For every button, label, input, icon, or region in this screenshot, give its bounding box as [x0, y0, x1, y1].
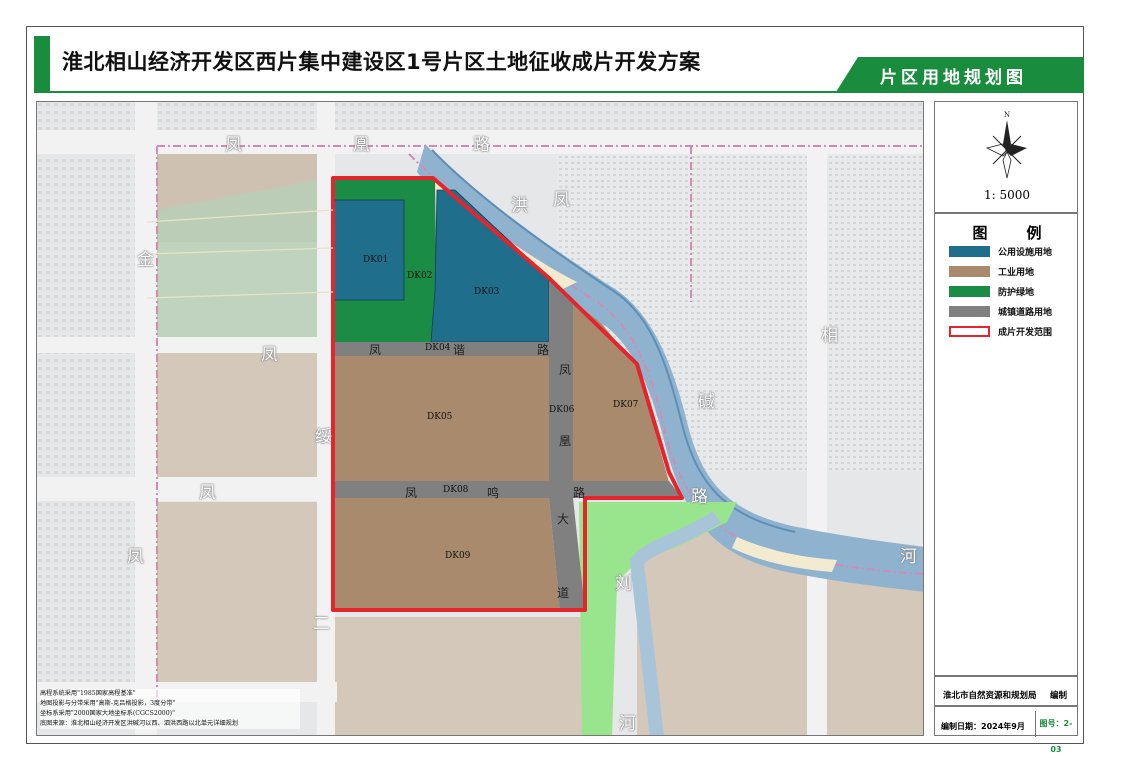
note-line: 地图投影与分带采用"高斯-克吕格投影，3度分带": [40, 700, 176, 707]
svg-text:N: N: [1004, 111, 1010, 119]
road-label-small: 路: [537, 343, 550, 357]
road-label-small: 凤: [559, 363, 572, 377]
planned-industrial-area: [157, 502, 333, 682]
legend-item-road: 城镇道路用地: [949, 305, 1053, 318]
parcel-label-dk09: DK09: [445, 551, 471, 561]
date-box: 编制日期：2024年9月 图号：2-03: [934, 706, 1078, 754]
legend-item-green: 防护绿地: [949, 285, 1035, 298]
legend-swatch: [949, 245, 990, 257]
road-label: 凤: [261, 345, 278, 365]
road-label-small: 凰: [559, 434, 572, 448]
note-line: 底图来源：淮北相山经济开发区洪碱河以西、泗洪西路以北单元详细规划: [40, 720, 238, 727]
legend-swatch: [949, 325, 990, 337]
road-label: 河: [900, 547, 917, 567]
compile-date: 编制日期：2024年9月: [941, 722, 1025, 731]
parcel-dk01-utility: [333, 199, 405, 301]
note-line: 高程系统采用"1985国家高程基准": [40, 690, 136, 697]
legend-box: 图 例 公用设施用地 工业用地 防护绿地 城镇道路用地 成片开发范围: [934, 213, 1078, 676]
org-action: 编制: [1050, 691, 1068, 701]
legend-item-boundary: 成片开发范围: [949, 325, 1053, 338]
legend-swatch: [949, 305, 990, 317]
map-notes: 高程系统采用"1985国家高程基准" 地图投影与分带采用"高斯-克吕格投影，3度…: [40, 689, 300, 729]
parcel-dk08-road: [333, 481, 682, 498]
figure-number: 图号：2-03: [1035, 711, 1076, 754]
legend-label: 工业用地: [998, 267, 1035, 278]
road-label-small: 谐: [453, 343, 466, 357]
road-label: 金: [137, 250, 154, 270]
map-subtitle: 片区用地规划图: [880, 68, 1027, 88]
road-label: 路: [691, 487, 708, 507]
road-label: 洪: [511, 196, 528, 216]
road-label-small: 鸣: [487, 486, 500, 500]
road-label: 碱: [698, 392, 715, 412]
parcel-label-dk03: DK03: [474, 287, 500, 297]
road-label: 凤: [225, 135, 242, 155]
planning-map: DK01 DK02 DK03 DK04 DK05 DK06 DK07 DK08 …: [36, 101, 924, 736]
legend-title: 图 例: [935, 222, 1079, 243]
map-canvas: [37, 102, 923, 735]
legend-label: 城镇道路用地: [998, 307, 1053, 318]
road-label: 凤: [553, 190, 570, 210]
road-label: 相: [821, 326, 838, 346]
road-label-small: 大: [557, 512, 570, 526]
road-east-vertical: [807, 142, 827, 735]
legend-item-utility: 公用设施用地: [949, 245, 1053, 258]
road-label: 路: [473, 135, 490, 155]
road-west-2: [37, 477, 337, 501]
parcel-label-dk07: DK07: [613, 400, 639, 410]
note-line: 坐标系采用"2000国家大地坐标系(CGCS2000)": [40, 710, 175, 717]
road-label: 河: [619, 714, 636, 734]
road-label-small: 凤: [369, 343, 382, 357]
parcel-label-dk06: DK06: [549, 405, 575, 415]
road-label: 二: [313, 614, 330, 634]
legend-label: 公用设施用地: [998, 247, 1053, 258]
legend-label: 防护绿地: [998, 287, 1035, 298]
road-label: 刘: [615, 574, 632, 594]
parcel-label-dk01: DK01: [363, 255, 389, 265]
road-label: 凤: [199, 483, 216, 503]
title-accent-bar: [34, 36, 50, 91]
legend-title-left: 图: [972, 224, 988, 242]
parcel-label-dk08: DK08: [443, 485, 469, 495]
legend-swatch: [949, 285, 990, 297]
road-label: 凤: [127, 547, 144, 567]
planned-industrial-area: [817, 572, 923, 735]
parcel-label-dk04: DK04: [425, 343, 451, 353]
planned-industrial-area: [157, 352, 333, 477]
road-label: 绥: [315, 427, 332, 447]
west-builtup: [37, 142, 147, 682]
parcel-label-dk02: DK02: [407, 271, 433, 281]
road-west-vertical: [135, 102, 157, 735]
scale-text: 1: 5000: [983, 188, 1031, 202]
legend-label: 成片开发范围: [998, 327, 1053, 338]
org-box: 淮北市自然资源和规划局 编制: [934, 676, 1078, 706]
road-label-small: 路: [573, 486, 586, 500]
side-panel: N 1: 5000 图 例 公用设施用地 工业用地 防护绿地 城镇道路用地 成片…: [934, 101, 1078, 754]
legend-item-industrial: 工业用地: [949, 265, 1035, 278]
legend-title-right: 例: [1026, 224, 1042, 242]
parcel-label-dk05: DK05: [427, 412, 453, 422]
north-arrow-icon: N: [985, 111, 1027, 179]
legend-swatch: [949, 265, 990, 277]
road-label-small: 道: [557, 586, 570, 600]
road-label-small: 凤: [405, 486, 418, 500]
page-title: 淮北相山经济开发区西片集中建设区1号片区土地征收成片开发方案: [62, 50, 701, 74]
road-label: 凰: [353, 135, 370, 155]
org-name: 淮北市自然资源和规划局: [943, 691, 1037, 701]
north-scale-box: N 1: 5000: [934, 101, 1078, 213]
planned-industrial-area: [333, 617, 583, 735]
